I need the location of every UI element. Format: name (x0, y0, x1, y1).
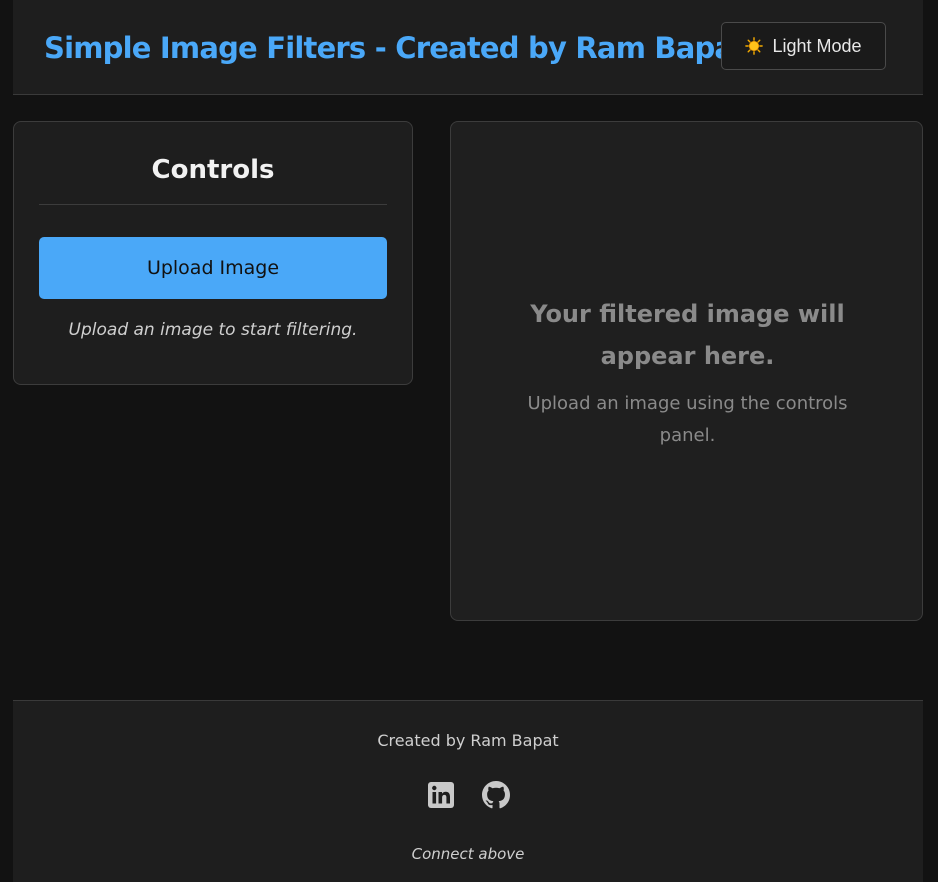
sun-icon (745, 37, 764, 55)
preview-placeholder-subtext: Upload an image using the controls panel… (527, 393, 848, 446)
light-mode-toggle-button[interactable]: Light Mode (721, 22, 886, 70)
image-preview-panel: Your filtered image will appear here. Up… (450, 121, 923, 621)
app-title: Simple Image Filters - Created by Ram Ba… (44, 31, 747, 65)
app-footer: Created by Ram Bapat Connect above (13, 700, 923, 882)
app-header: Simple Image Filters - Created by Ram Ba… (13, 0, 923, 95)
controls-divider (39, 204, 387, 205)
controls-title: Controls (151, 155, 275, 185)
linkedin-icon (427, 782, 454, 808)
controls-panel: Controls Upload Image Upload an image to… (13, 121, 413, 385)
preview-placeholder-heading: Your filtered image will appear here. (530, 300, 845, 370)
footer-note: Connect above (411, 845, 525, 863)
light-mode-label: Light Mode (772, 35, 862, 56)
upload-image-button[interactable]: Upload Image (39, 237, 387, 299)
social-links (13, 781, 923, 809)
footer-credit: Created by Ram Bapat (377, 731, 559, 750)
upload-hint: Upload an image to start filtering. (68, 320, 358, 340)
linkedin-link[interactable] (427, 781, 455, 809)
page: Simple Image Filters - Created by Ram Ba… (0, 0, 938, 882)
github-link[interactable] (481, 781, 510, 809)
github-icon (481, 781, 510, 809)
